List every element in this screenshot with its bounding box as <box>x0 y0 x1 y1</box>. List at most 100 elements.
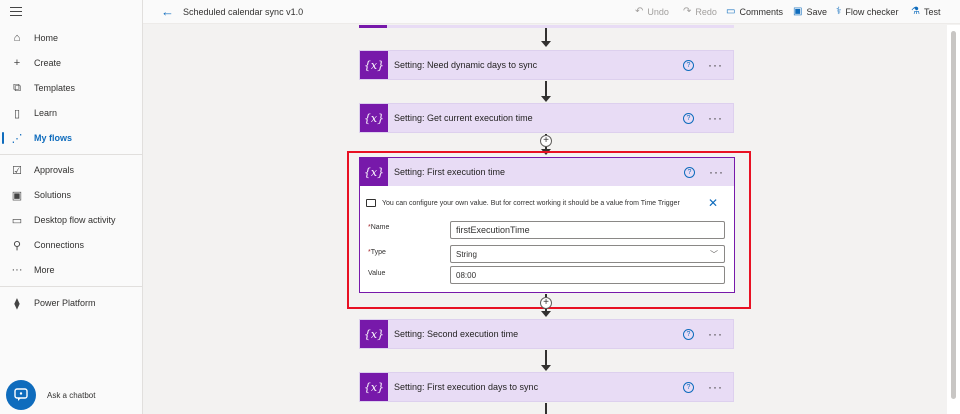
chevron-down-icon: ﹀ <box>710 250 718 259</box>
approvals-icon: ☑ <box>12 164 22 177</box>
connector-arrowhead <box>541 311 551 317</box>
connector-line <box>545 81 547 96</box>
comment-icon: ▭ <box>726 6 736 17</box>
previous-step-icon-edge <box>359 25 387 28</box>
chatbot-icon[interactable] <box>6 380 36 410</box>
step-get-current-execution-time[interactable]: {x} Setting: Get current execution time … <box>359 103 734 133</box>
test-button[interactable]: ⚗ Test <box>911 6 940 17</box>
step-first-execution-days-to-sync[interactable]: {x} Setting: First execution days to syn… <box>359 372 734 402</box>
nav-item-label: Solutions <box>34 190 72 200</box>
nav-item-label: Create <box>34 58 62 68</box>
more-options-icon[interactable]: ··· <box>708 59 723 71</box>
insert-step-plus-icon[interactable]: + <box>540 297 552 309</box>
variable-icon: {x} <box>360 320 388 348</box>
flows-icon: ⋰ <box>11 132 23 145</box>
connections-icon: ⚲ <box>12 239 22 252</box>
close-icon[interactable]: ✕ <box>708 196 718 210</box>
card-header[interactable]: {x} Setting: First execution time ? ··· <box>360 158 734 186</box>
name-label: *Name <box>368 224 389 231</box>
connector-line <box>545 350 547 365</box>
save-button[interactable]: ▣ Save <box>793 6 827 17</box>
value-label: Value <box>368 270 386 277</box>
solutions-icon: ▣ <box>11 189 23 202</box>
nav-item-label: Connections <box>34 240 85 250</box>
connector-line <box>545 403 547 414</box>
nav-item-solutions[interactable]: ▣ Solutions <box>0 185 142 205</box>
name-input[interactable]: firstExecutionTime <box>450 221 725 239</box>
help-icon[interactable]: ? <box>683 59 694 71</box>
more-options-icon[interactable]: ··· <box>708 381 723 393</box>
type-dropdown[interactable]: String ﹀ <box>450 245 725 263</box>
nav-item-label: Power Platform <box>34 298 96 308</box>
variable-icon: {x} <box>360 373 388 401</box>
help-icon[interactable]: ? <box>684 166 695 178</box>
nav-item-learn[interactable]: ▯ Learn <box>0 103 142 123</box>
step-first-execution-time-expanded[interactable]: {x} Setting: First execution time ? ··· … <box>359 157 735 293</box>
comments-label: Comments <box>739 6 783 17</box>
nav-item-label: Desktop flow activity <box>34 215 116 225</box>
flow-editor-header: ← Scheduled calendar sync v1.0 ↶ Undo ↷ Re… <box>143 0 960 24</box>
type-selected-value: String <box>456 249 477 259</box>
step-need-dynamic-days[interactable]: {x} Setting: Need dynamic days to sync ?… <box>359 50 734 80</box>
help-icon[interactable]: ? <box>683 381 694 393</box>
nav-item-approvals[interactable]: ☑ Approvals <box>0 160 142 180</box>
step-title: Setting: Need dynamic days to sync <box>394 60 538 70</box>
scrollbar-thumb[interactable] <box>951 31 956 399</box>
nav-item-my-flows[interactable]: ⋰ My flows <box>0 128 142 148</box>
hamburger-menu-icon[interactable] <box>10 7 22 17</box>
redo-icon: ↷ <box>683 6 692 17</box>
nav-item-create[interactable]: + Create <box>0 53 142 73</box>
canvas-scrollbar[interactable] <box>947 25 960 414</box>
nav-item-more[interactable]: ··· More <box>0 260 142 280</box>
redo-button[interactable]: ↷ Redo <box>683 6 717 17</box>
book-icon: ▯ <box>13 107 21 120</box>
back-arrow-icon[interactable]: ← <box>161 5 174 18</box>
comment-icon <box>366 199 376 207</box>
stethoscope-icon: ⚕ <box>836 6 842 17</box>
templates-icon: ⧉ <box>13 81 21 94</box>
redo-label: Redo <box>695 6 717 17</box>
connector-line <box>545 28 547 41</box>
step-second-execution-time[interactable]: {x} Setting: Second execution time ? ··· <box>359 319 734 349</box>
more-options-icon[interactable]: ··· <box>709 166 724 178</box>
step-title: Setting: Get current execution time <box>394 113 533 123</box>
undo-icon: ↶ <box>635 6 644 17</box>
variable-icon: {x} <box>360 104 388 132</box>
type-label-text: Type <box>370 249 386 256</box>
test-label: Test <box>923 6 941 17</box>
nav-item-power-platform[interactable]: ⧫ Power Platform <box>0 293 142 313</box>
left-navigation: ⌂ Home + Create ⧉ Templates ▯ Learn ⋰ My… <box>0 0 143 414</box>
help-icon[interactable]: ? <box>683 328 694 340</box>
nav-item-label: My flows <box>34 133 73 143</box>
more-options-icon[interactable]: ··· <box>708 328 723 340</box>
flow-checker-button[interactable]: ⚕ Flow checker <box>836 6 898 17</box>
step-title: Setting: First execution days to sync <box>394 382 539 392</box>
help-icon[interactable]: ? <box>683 112 694 124</box>
nav-item-home[interactable]: ⌂ Home <box>0 28 142 48</box>
save-icon: ▣ <box>793 6 803 17</box>
flow-title: Scheduled calendar sync v1.0 <box>183 7 304 17</box>
undo-button[interactable]: ↶ Undo <box>635 6 669 17</box>
nav-item-templates[interactable]: ⧉ Templates <box>0 78 142 98</box>
sidebar-divider <box>0 286 143 287</box>
home-icon: ⌂ <box>13 32 21 44</box>
connector-arrowhead <box>541 365 551 371</box>
desktop-flow-icon: ▭ <box>11 214 23 227</box>
connector-arrowhead <box>541 96 551 102</box>
flow-checker-label: Flow checker <box>845 6 899 17</box>
variable-icon: {x} <box>360 51 388 79</box>
nav-item-connections[interactable]: ⚲ Connections <box>0 235 142 255</box>
more-options-icon[interactable]: ··· <box>708 112 723 124</box>
nav-item-label: Templates <box>34 83 76 93</box>
insert-step-plus-icon[interactable]: + <box>540 135 552 147</box>
step-title: Setting: First execution time <box>394 167 506 177</box>
undo-label: Undo <box>647 6 669 17</box>
power-platform-icon: ⧫ <box>14 297 20 310</box>
ask-chatbot[interactable]: Ask a chatbot <box>6 380 95 410</box>
save-label: Save <box>806 6 827 17</box>
sidebar-divider <box>0 154 143 155</box>
info-banner: You can configure your own value. But fo… <box>366 196 728 210</box>
comments-button[interactable]: ▭ Comments <box>726 6 783 17</box>
nav-item-desktop-flow-activity[interactable]: ▭ Desktop flow activity <box>0 210 142 230</box>
value-input[interactable]: 08:00 <box>450 266 725 284</box>
